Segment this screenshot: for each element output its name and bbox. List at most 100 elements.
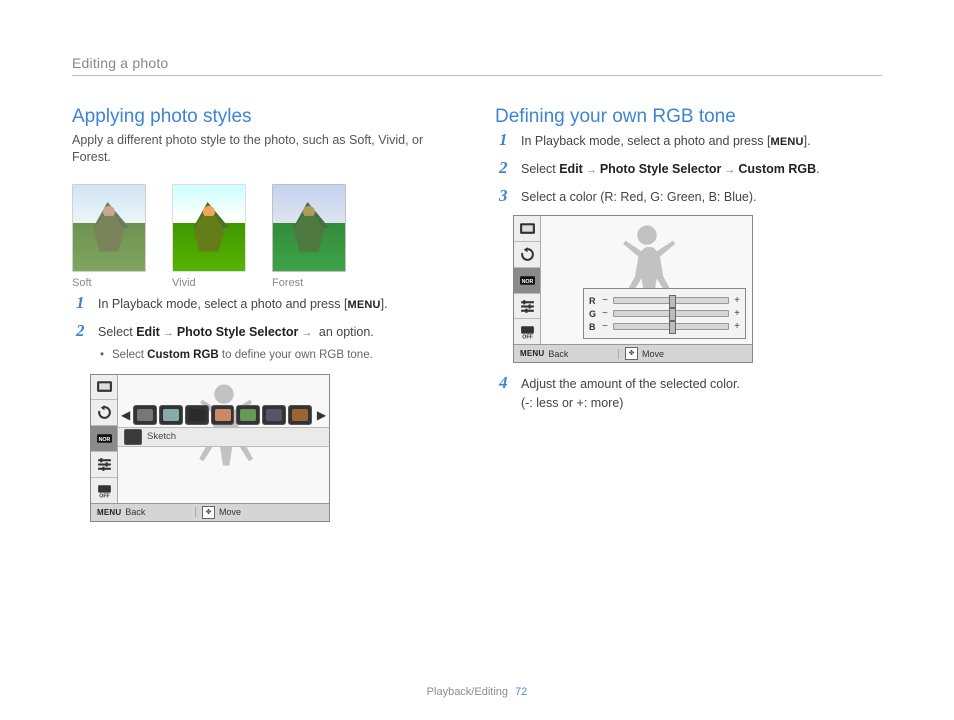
svg-text:OFF: OFF [99,493,110,499]
rgb-slider[interactable] [613,323,729,330]
style-chip[interactable] [133,405,157,425]
menu-button-label: MENU [770,136,803,148]
rgb-slider[interactable] [613,310,729,317]
style-chip[interactable] [211,405,235,425]
minus-icon[interactable]: − [602,308,608,319]
style-strip[interactable]: ◀ ▶ [118,405,329,425]
left-step-2: 2 Select Edit→Photo Style Selector→ an o… [76,323,459,365]
section-header: Editing a photo [72,55,882,71]
side-icon-off[interactable]: OFF [514,319,540,344]
svg-text:NOR: NOR [98,437,110,443]
arrow-icon: → [724,164,735,176]
rgb-row-r[interactable]: R − + [589,295,740,306]
step-number: 1 [499,131,511,150]
thumb-vivid: Vivid [172,184,244,289]
thumb-forest-caption: Forest [272,277,344,289]
selected-style-row: Sketch [118,427,329,447]
move-control[interactable]: ✥ Move [619,347,670,360]
back-control[interactable]: MENU Back [91,507,196,517]
slider-handle[interactable] [669,308,676,321]
right-heading: Defining your own RGB tone [495,106,882,128]
step-text: Adjust the amount of the selected color.… [521,375,882,413]
back-label: Back [548,349,568,359]
thumb-soft-image [72,184,146,272]
left-intro: Apply a different photo style to the pho… [72,132,459,166]
step-number: 2 [499,159,511,178]
step-text: In Playback mode, select a photo and pre… [98,295,459,314]
step-number: 2 [76,322,88,364]
arrow-icon: → [301,327,312,339]
step-number: 4 [499,374,511,412]
left-heading: Applying photo styles [72,106,459,128]
plus-icon[interactable]: + [734,321,740,332]
right-steps-continued: 4 Adjust the amount of the selected colo… [495,375,882,413]
step-text: Select Edit→Photo Style Selector→ an opt… [98,323,459,365]
svg-text:OFF: OFF [522,335,533,341]
right-step-4: 4 Adjust the amount of the selected colo… [499,375,882,413]
right-step-3: 3 Select a color (R: Red, G: Green, B: B… [499,188,882,207]
rgb-row-b[interactable]: B − + [589,321,740,332]
footer-label: Playback/Editing [427,686,508,698]
side-icon-style[interactable]: NOR [91,426,117,452]
preview-area: ◀ ▶ Sketch [118,375,329,503]
rgb-slider[interactable] [613,297,729,304]
step-text: Select Edit→Photo Style Selector→Custom … [521,160,882,179]
side-icon-rotate[interactable] [91,400,117,426]
rgb-label-g: G [589,309,597,319]
arrow-icon: → [586,164,597,176]
left-column: Applying photo styles Apply a different … [72,106,459,522]
minus-icon[interactable]: − [602,321,608,332]
side-icon-resize[interactable] [91,375,117,401]
rgb-row-g[interactable]: G − + [589,308,740,319]
camera-screen-left: NOR OFF ◀ [90,374,330,522]
right-step-2: 2 Select Edit→Photo Style Selector→Custo… [499,160,882,179]
rgb-panel: R − + G − + [583,288,746,339]
camera-screen-right: NOR OFF R − + [513,215,753,363]
thumb-vivid-image [172,184,246,272]
rgb-label-r: R [589,296,597,306]
minus-icon[interactable]: − [602,295,608,306]
screen-footer: MENU Back ✥ Move [514,344,752,362]
left-step-1: 1 In Playback mode, select a photo and p… [76,295,459,314]
style-chip[interactable] [159,405,183,425]
step-text: In Playback mode, select a photo and pre… [521,132,882,151]
manual-page: Editing a photo Applying photo styles Ap… [0,0,954,720]
slider-handle[interactable] [669,295,676,308]
sketch-icon [124,429,142,445]
selected-style-label: Sketch [147,431,176,442]
side-icon-resize[interactable] [514,216,540,242]
side-icon-rotate[interactable] [514,242,540,268]
side-icon-column: NOR OFF [91,375,118,503]
thumb-soft-caption: Soft [72,277,144,289]
substep: Select Custom RGB to define your own RGB… [100,347,459,364]
step-number: 1 [76,294,88,313]
step-text: Select a color (R: Red, G: Green, B: Blu… [521,188,882,207]
step-number: 3 [499,187,511,206]
plus-icon[interactable]: + [734,295,740,306]
side-icon-adjust[interactable] [91,452,117,478]
side-icon-style[interactable]: NOR [514,268,540,294]
style-chip[interactable] [262,405,286,425]
side-icon-adjust[interactable] [514,294,540,320]
left-steps: 1 In Playback mode, select a photo and p… [72,295,459,365]
slider-handle[interactable] [669,321,676,334]
right-column: Defining your own RGB tone 1 In Playback… [495,106,882,522]
style-chip[interactable] [288,405,312,425]
move-label: Move [219,507,241,517]
move-control[interactable]: ✥ Move [196,506,247,519]
menu-button-label: MENU [347,299,380,311]
side-icon-off[interactable]: OFF [91,478,117,503]
dpad-icon: ✥ [625,347,638,360]
plus-icon[interactable]: + [734,308,740,319]
style-chip[interactable] [185,405,209,425]
rgb-label-b: B [589,322,597,332]
arrow-icon: → [163,327,174,339]
page-number: 72 [515,686,527,698]
back-control[interactable]: MENU Back [514,349,619,359]
right-steps: 1 In Playback mode, select a photo and p… [495,132,882,206]
strip-left-arrow-icon[interactable]: ◀ [121,408,130,422]
style-thumbnails: Soft Vivid Forest [72,184,459,289]
strip-right-arrow-icon[interactable]: ▶ [317,408,326,422]
svg-text:NOR: NOR [521,279,533,285]
style-chip[interactable] [236,405,260,425]
